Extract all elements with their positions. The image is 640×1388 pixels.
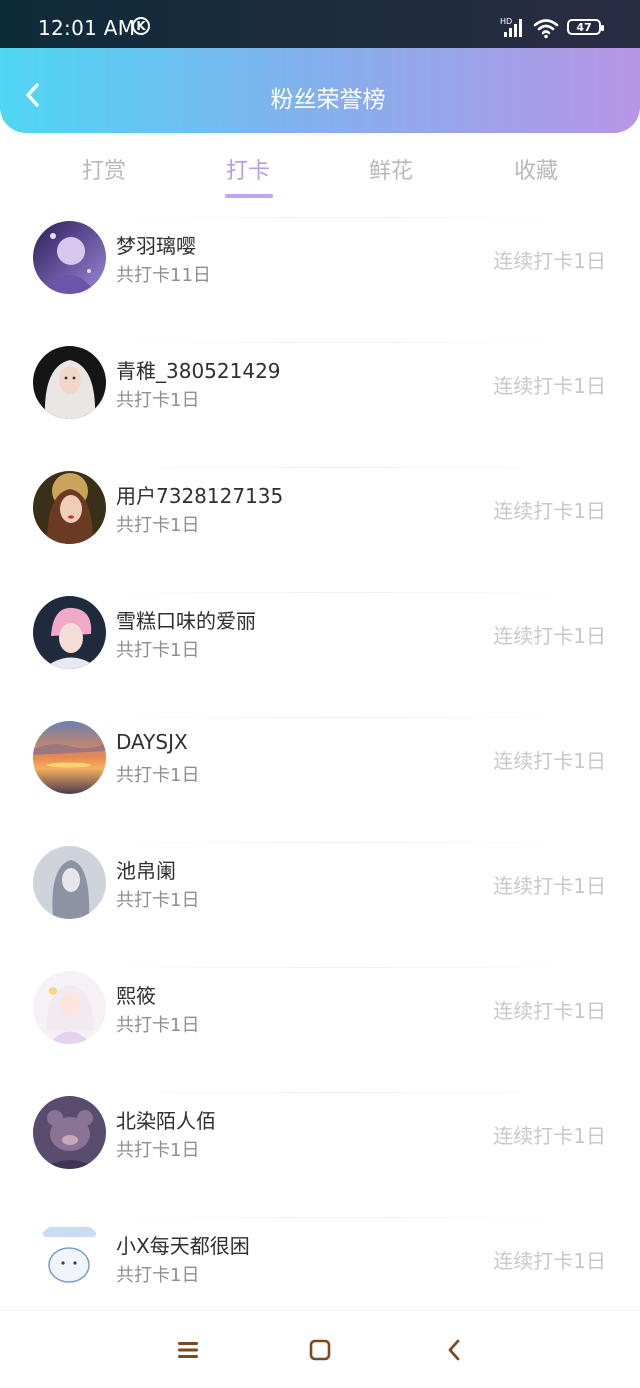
avatar[interactable] — [33, 471, 106, 544]
wifi-icon — [533, 19, 559, 39]
avatar[interactable] — [33, 846, 106, 919]
fan-streak: 连续打卡1日 — [493, 874, 606, 898]
home-square-icon[interactable] — [307, 1337, 333, 1363]
fan-total-checkins: 共打卡1日 — [116, 1015, 200, 1036]
fan-row[interactable]: 北染陌人佰 共打卡1日 连续打卡1日 — [0, 1092, 640, 1218]
fan-streak: 连续打卡1日 — [493, 999, 606, 1023]
fan-name: 青稚_380521429 — [116, 359, 281, 383]
avatar[interactable] — [33, 1221, 106, 1294]
hd-label: HD — [500, 17, 512, 26]
system-nav-bar — [0, 1310, 640, 1388]
fan-streak: 连续打卡1日 — [493, 249, 606, 273]
fan-total-checkins: 共打卡1日 — [116, 1140, 200, 1161]
fan-name: 用户7328127135 — [116, 484, 284, 508]
status-bar: 12:01 AM K HD 47 — [0, 0, 640, 48]
fan-row[interactable]: 池帛阑 共打卡1日 连续打卡1日 — [0, 842, 640, 968]
fan-total-checkins: 共打卡1日 — [116, 390, 200, 411]
fan-name: 熙筱 — [116, 984, 156, 1008]
fan-total-checkins: 共打卡1日 — [116, 890, 200, 911]
page-title: 粉丝荣誉榜 — [270, 87, 386, 113]
menu-icon[interactable] — [175, 1337, 201, 1363]
fan-total-checkins: 共打卡1日 — [116, 765, 200, 786]
fan-streak: 连续打卡1日 — [493, 499, 606, 523]
header-bar: 12:01 AM K HD 47 粉丝荣誉榜 — [0, 0, 640, 133]
fan-streak: 连续打卡1日 — [493, 624, 606, 648]
fan-row[interactable]: 用户7328127135 共打卡1日 连续打卡1日 — [0, 467, 640, 593]
fan-name: 北染陌人佰 — [116, 1109, 216, 1133]
avatar[interactable] — [33, 596, 106, 669]
tab-favorites[interactable]: 收藏 — [486, 153, 586, 185]
fan-streak: 连续打卡1日 — [493, 374, 606, 398]
fan-total-checkins: 共打卡11日 — [116, 265, 211, 286]
fan-streak: 连续打卡1日 — [493, 1124, 606, 1148]
active-tab-indicator — [225, 194, 273, 198]
k-badge-icon: K — [132, 17, 150, 35]
status-time: 12:01 AM — [38, 16, 136, 40]
fan-name: 雪糕口味的爱丽 — [116, 609, 256, 633]
battery-icon: 47 — [567, 19, 604, 35]
fan-name: 池帛阑 — [116, 859, 176, 883]
back-triangle-icon[interactable] — [442, 1337, 468, 1363]
fan-row[interactable]: 雪糕口味的爱丽 共打卡1日 连续打卡1日 — [0, 592, 640, 718]
fan-name: 小X每天都很困 — [116, 1234, 250, 1258]
fan-name: DAYSJX — [116, 730, 188, 754]
tab-flowers[interactable]: 鲜花 — [341, 153, 441, 185]
avatar[interactable] — [33, 221, 106, 294]
fan-total-checkins: 共打卡1日 — [116, 1265, 200, 1286]
fan-total-checkins: 共打卡1日 — [116, 640, 200, 661]
signal-icon: HD — [500, 17, 522, 37]
fan-row[interactable]: 熙筱 共打卡1日 连续打卡1日 — [0, 967, 640, 1093]
tab-reward[interactable]: 打赏 — [54, 153, 154, 185]
fan-row[interactable]: 青稚_380521429 共打卡1日 连续打卡1日 — [0, 342, 640, 468]
tab-checkin[interactable]: 打卡 — [198, 153, 298, 185]
avatar[interactable] — [33, 971, 106, 1044]
avatar[interactable] — [33, 721, 106, 794]
fan-row[interactable]: 梦羽璃嘤 共打卡11日 连续打卡1日 — [0, 217, 640, 343]
fan-list: 梦羽璃嘤 共打卡11日 连续打卡1日 青稚_380521429 共打卡1日 连续… — [0, 217, 640, 1343]
fan-streak: 连续打卡1日 — [493, 1249, 606, 1273]
fan-name: 梦羽璃嘤 — [116, 234, 196, 258]
tab-bar: 打赏 打卡 鲜花 收藏 — [0, 145, 640, 205]
fan-streak: 连续打卡1日 — [493, 749, 606, 773]
fan-total-checkins: 共打卡1日 — [116, 515, 200, 536]
avatar[interactable] — [33, 346, 106, 419]
avatar[interactable] — [33, 1096, 106, 1169]
fan-row[interactable]: DAYSJX 共打卡1日 连续打卡1日 — [0, 717, 640, 843]
